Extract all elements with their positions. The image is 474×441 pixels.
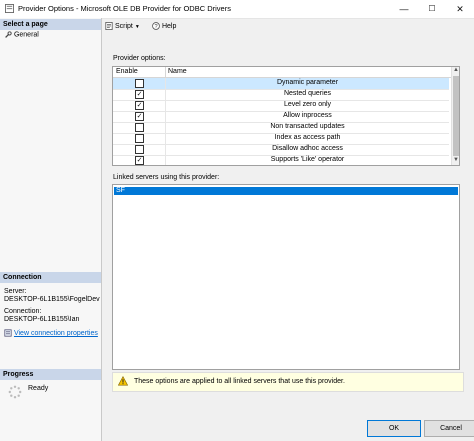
option-name: Supports 'Like' operator [270, 156, 345, 163]
wrench-icon [5, 31, 12, 38]
page-item-label: General [13, 31, 39, 39]
linked-servers-label: Linked servers using this provider: [113, 174, 220, 181]
enable-checkbox[interactable] [135, 145, 144, 154]
enable-checkbox[interactable] [135, 79, 144, 88]
option-name: Allow inprocess [283, 112, 332, 119]
option-name: Dynamic parameter [276, 79, 339, 86]
options-scrollbar[interactable]: ▲ ▼ [451, 67, 459, 165]
button-bar: OK Cancel [102, 414, 474, 441]
linked-servers-list[interactable]: SF [112, 184, 460, 370]
maximize-button[interactable]: ☐ [418, 0, 446, 18]
view-connection-properties[interactable]: View connection properties [4, 329, 98, 337]
app-icon [5, 4, 14, 13]
connection-label: Connection: [4, 308, 42, 315]
svg-text:?: ? [154, 24, 157, 30]
view-properties-link[interactable]: View connection properties [14, 330, 98, 337]
column-header-enable[interactable]: Enable [116, 68, 138, 75]
progress-spinner-icon [8, 385, 22, 399]
option-row[interactable]: ✓ Supports 'Like' operator [113, 155, 449, 165]
enable-checkbox[interactable] [135, 123, 144, 132]
option-name: Disallow adhoc access [272, 145, 343, 152]
progress-status: Ready [28, 385, 49, 392]
warning-icon [118, 376, 128, 386]
script-icon [105, 22, 113, 30]
script-label: Script [114, 22, 133, 30]
option-name: Non transacted updates [270, 123, 345, 130]
progress-header: Progress [0, 369, 101, 380]
title-bar: Provider Options - Microsoft OLE DB Prov… [0, 0, 474, 19]
server-value: DESKTOP-6L1B155\FogelDev [4, 296, 100, 303]
enable-checkbox[interactable]: ✓ [135, 90, 144, 99]
enable-checkbox[interactable]: ✓ [135, 156, 144, 165]
provider-options-grid[interactable]: Enable Name Dynamic parameter ✓ Nested que… [112, 66, 460, 166]
help-label: Help [161, 22, 177, 30]
help-icon: ? [152, 22, 160, 30]
server-label: Server: [4, 288, 27, 295]
option-name: Index as access path [274, 134, 341, 141]
connection-value: DESKTOP-6L1B155\Ian [4, 316, 80, 323]
properties-icon [4, 329, 12, 337]
help-button[interactable]: ? Help [152, 22, 176, 30]
select-page-header: Select a page [0, 19, 101, 30]
info-banner: These options are applied to all linked … [112, 372, 464, 392]
enable-checkbox[interactable] [135, 134, 144, 143]
window-title: Provider Options - Microsoft OLE DB Prov… [18, 4, 231, 13]
provider-options-label: Provider options: [113, 55, 166, 62]
scroll-up-icon[interactable]: ▲ [452, 67, 459, 73]
column-header-name[interactable]: Name [168, 68, 187, 75]
chevron-down-icon[interactable]: ▼ [135, 24, 140, 30]
page-item-general[interactable]: General [4, 31, 39, 39]
ok-button[interactable]: OK [367, 420, 421, 437]
linked-server-item[interactable]: SF [114, 187, 458, 195]
scroll-thumb[interactable] [453, 76, 459, 156]
close-button[interactable]: ✕ [446, 0, 474, 18]
option-name: Level zero only [283, 101, 332, 108]
info-text: These options are applied to all linked … [134, 378, 345, 385]
grid-header: Enable Name [113, 67, 451, 78]
connection-header: Connection [0, 272, 101, 283]
scroll-down-icon[interactable]: ▼ [452, 157, 459, 163]
minimize-button[interactable]: — [390, 0, 418, 18]
option-name: Nested queries [283, 90, 332, 97]
enable-checkbox[interactable]: ✓ [135, 101, 144, 110]
enable-checkbox[interactable]: ✓ [135, 112, 144, 121]
script-button[interactable]: Script ▼ [105, 22, 140, 30]
cancel-button[interactable]: Cancel [424, 420, 474, 437]
